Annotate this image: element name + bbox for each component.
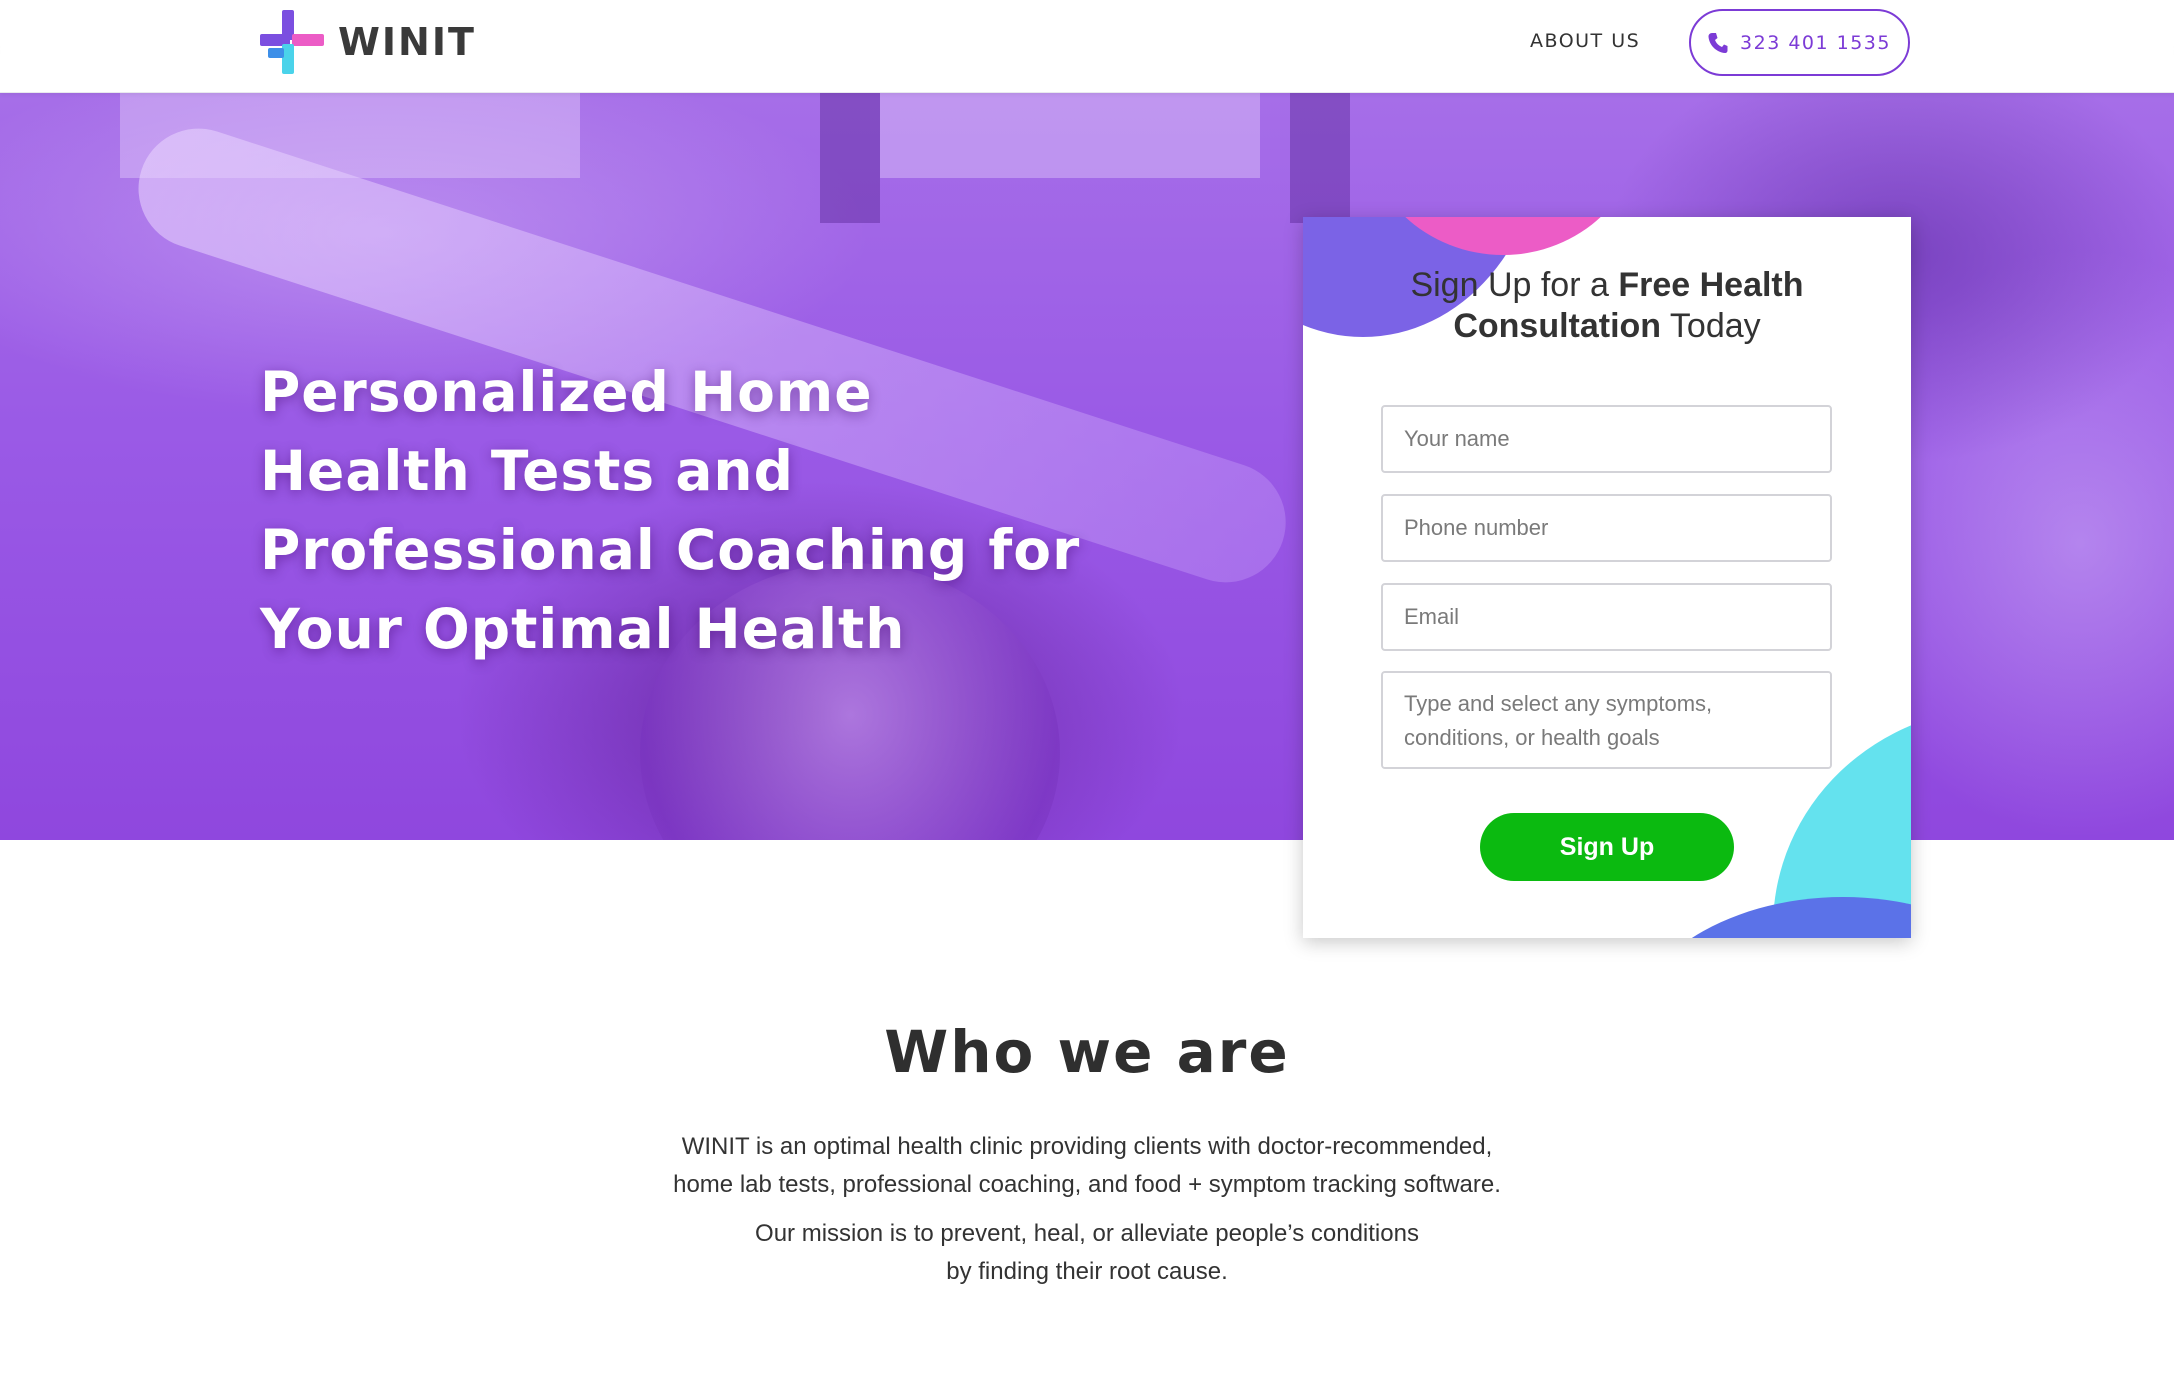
about-heading: Who we are	[884, 1018, 1290, 1086]
mission-paragraph-line: by finding their root cause.	[946, 1258, 1228, 1285]
phone-icon	[1708, 32, 1728, 53]
about-paragraph-line: WINIT is an optimal health clinic provid…	[681, 1133, 1493, 1160]
signup-title-pre: Sign Up for a	[1410, 266, 1619, 304]
about-paragraph-line: home lab tests, professional coaching, a…	[673, 1171, 1501, 1198]
name-input[interactable]	[1381, 405, 1832, 473]
signup-button[interactable]: Sign Up	[1480, 813, 1734, 881]
hero-background-window	[880, 93, 1260, 178]
winit-cross-logo-icon	[260, 10, 324, 74]
landing-page: WINIT ABOUT US 323 401 1535 Personalized…	[0, 0, 2174, 1374]
phone-input[interactable]	[1381, 494, 1832, 562]
signup-card: Sign Up for a Free Health Consultation T…	[1303, 217, 1911, 938]
symptoms-input[interactable]	[1381, 671, 1832, 769]
hero-headline: Personalized Home Health Tests and Profe…	[260, 360, 1081, 661]
hero-background-frame	[820, 93, 880, 223]
signup-title-post: Today	[1661, 307, 1761, 345]
nav-about-us-link[interactable]: ABOUT US	[1530, 30, 1640, 52]
mission-paragraph-line: Our mission is to prevent, heal, or alle…	[755, 1220, 1419, 1247]
brand-logo[interactable]: WINIT	[260, 10, 476, 74]
site-header: WINIT ABOUT US 323 401 1535	[0, 0, 2174, 93]
signup-title: Sign Up for a Free Health Consultation T…	[1303, 265, 1911, 347]
phone-number: 323 401 1535	[1740, 31, 1891, 54]
hero-background-frame	[1290, 93, 1350, 223]
phone-call-button[interactable]: 323 401 1535	[1689, 9, 1910, 76]
email-input[interactable]	[1381, 583, 1832, 651]
brand-name: WINIT	[338, 20, 476, 64]
decor-blob-blue	[1623, 897, 1911, 938]
